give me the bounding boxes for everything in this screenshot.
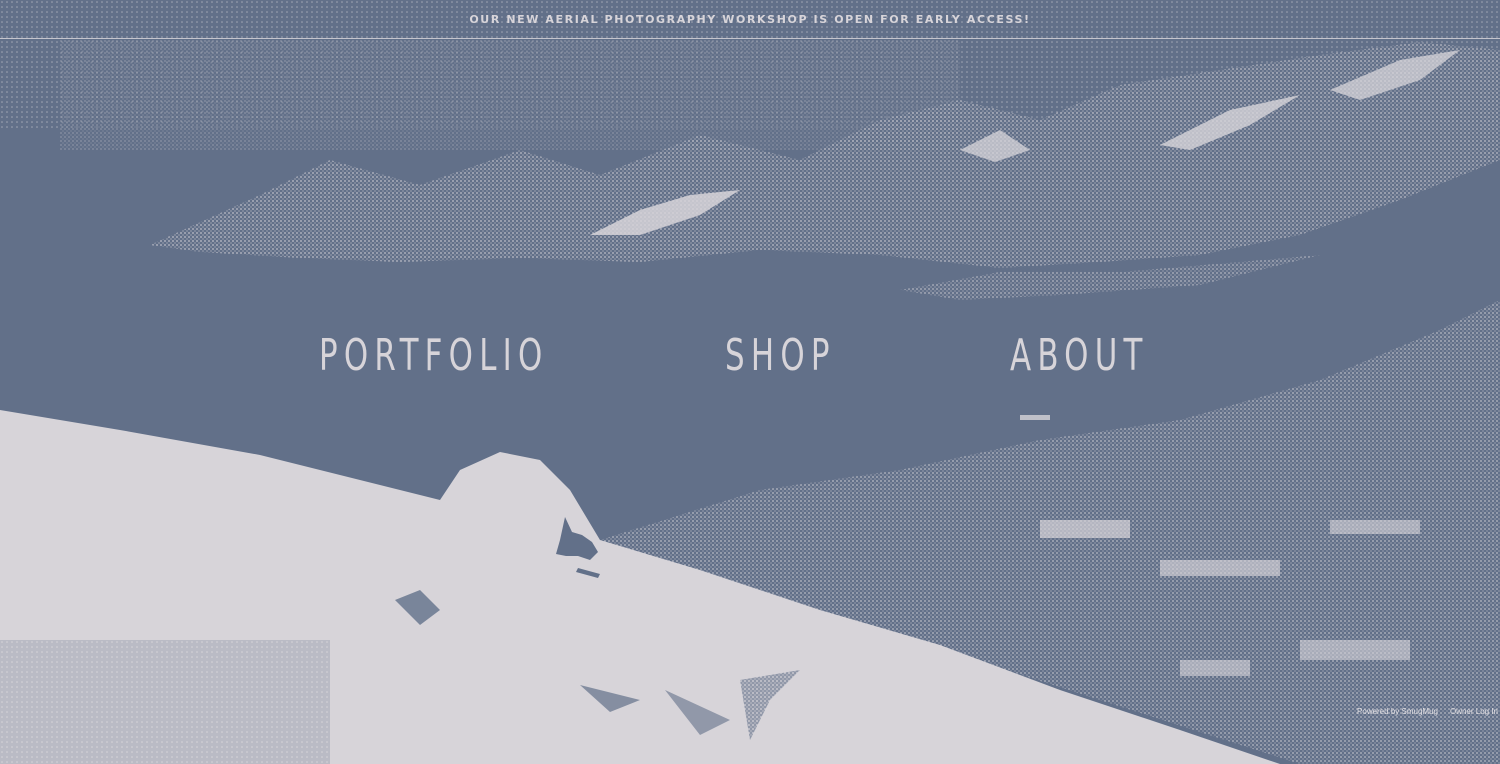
nav-link-portfolio[interactable]: PORTFOLIO — [319, 328, 549, 384]
page: OUR NEW AERIAL PHOTOGRAPHY WORKSHOP IS O… — [0, 0, 1500, 764]
nav-link-shop[interactable]: SHOP — [725, 328, 836, 384]
announcement-bar: OUR NEW AERIAL PHOTOGRAPHY WORKSHOP IS O… — [0, 0, 1500, 39]
announcement-link[interactable]: OUR NEW AERIAL PHOTOGRAPHY WORKSHOP IS O… — [469, 13, 1030, 26]
footer-links: Powered by SmugMug Owner Log In — [1357, 707, 1498, 716]
owner-login-link[interactable]: Owner Log In — [1450, 707, 1498, 716]
nav-link-about[interactable]: ABOUT — [1010, 328, 1149, 384]
powered-by-link[interactable]: Powered by SmugMug — [1357, 707, 1438, 716]
main-nav: PORTFOLIO SHOP ABOUT — [0, 328, 1500, 384]
